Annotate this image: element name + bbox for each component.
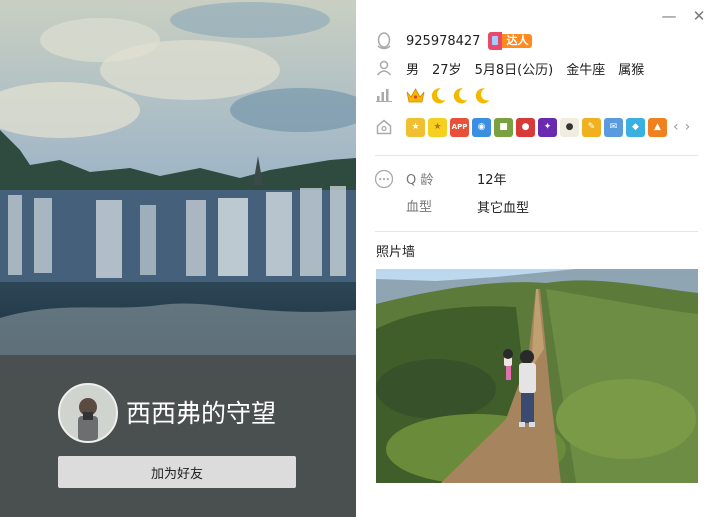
camera-icon[interactable]: ◉ (472, 117, 491, 137)
profile-card: 西西弗的守望 加为好友 — ✕ 925978427 达人 男 27岁 5月8日(… (0, 0, 719, 517)
cover-photo (0, 0, 356, 355)
pet-icon[interactable]: ● (516, 117, 535, 137)
moon-icon (431, 87, 446, 103)
blood-type-label: 血型 (406, 200, 433, 215)
qq-number: 925978427 (406, 33, 481, 49)
crystal-icon[interactable]: ◆ (626, 117, 645, 137)
more-icon (373, 168, 395, 190)
divider (375, 155, 698, 156)
daren-badge-icon (488, 32, 503, 50)
close-button[interactable]: ✕ (689, 6, 709, 26)
gender: 男 (406, 62, 420, 78)
crown-icon (406, 87, 425, 102)
chevron-right-icon[interactable]: › (685, 119, 691, 135)
level-icons[interactable] (406, 87, 491, 104)
penguin-icon (373, 30, 395, 52)
services-text: ★ ★ APP ◉ ■ ● ✦ ● ✎ ✉ ◆ ▲ ‹ › (406, 117, 690, 137)
service-icons: ★ ★ APP ◉ ■ ● ✦ ● ✎ ✉ ◆ ▲ (406, 117, 667, 137)
minimize-button[interactable]: — (659, 6, 679, 26)
star-icon[interactable]: ★ (428, 117, 447, 137)
mail-icon[interactable]: ✉ (604, 117, 623, 137)
house-icon (373, 116, 395, 138)
photo-wall-image[interactable] (376, 269, 698, 483)
birthday: 5月8日(公历) (474, 62, 554, 78)
app-icon[interactable]: APP (450, 117, 469, 137)
service-pager: ‹ › (673, 119, 690, 135)
divider (375, 231, 698, 232)
profile-right-panel: — ✕ 925978427 达人 男 27岁 5月8日(公历) 金牛座 属猴 ★… (356, 0, 719, 517)
person-icon (373, 57, 395, 79)
level-chart-icon (373, 84, 395, 106)
q-age-value: 12年 (477, 173, 507, 188)
photo-wall-title: 照片墙 (376, 245, 416, 260)
profile-left-panel: 西西弗的守望 加为好友 (0, 0, 356, 517)
qq-number-text: 925978427 达人 (406, 32, 533, 50)
chinese-zodiac: 属猴 (618, 62, 645, 78)
pilot-icon[interactable]: ▲ (648, 117, 667, 137)
cow-icon[interactable]: ● (560, 117, 579, 137)
chevron-left-icon[interactable]: ‹ (673, 119, 679, 135)
personal-info-text: 男 27岁 5月8日(公历) 金牛座 属猴 (406, 59, 644, 78)
avatar[interactable] (58, 383, 118, 443)
gift-icon[interactable]: ■ (494, 117, 513, 137)
nickname: 西西弗的守望 (126, 399, 277, 428)
note-icon[interactable]: ✎ (582, 117, 601, 137)
q-age-label: Q 龄 (406, 173, 434, 188)
add-friend-button[interactable]: 加为好友 (58, 456, 296, 488)
zodiac: 金牛座 (566, 62, 606, 78)
moon-icon (475, 87, 490, 103)
game-icon[interactable]: ✦ (538, 117, 557, 137)
daren-badge[interactable]: 达人 (488, 32, 533, 50)
age: 27岁 (432, 62, 462, 78)
medal-icon[interactable]: ★ (406, 117, 425, 137)
daren-badge-label: 达人 (502, 34, 533, 48)
moon-icon (453, 87, 468, 103)
blood-type-value: 其它血型 (477, 201, 530, 216)
